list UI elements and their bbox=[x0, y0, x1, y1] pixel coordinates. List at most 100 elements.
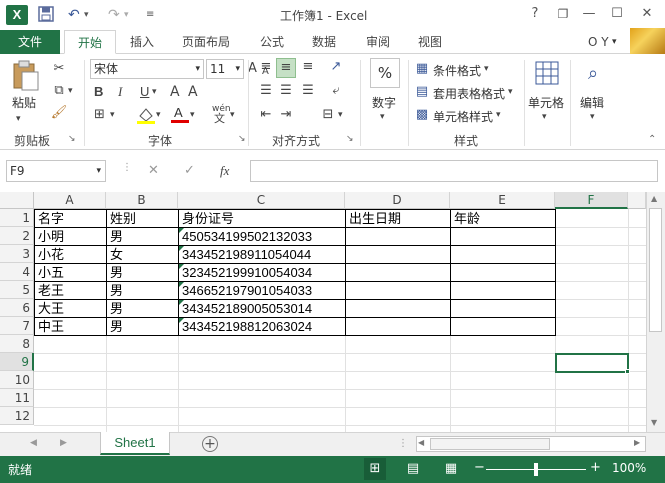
user-name[interactable]: O Y bbox=[588, 30, 609, 54]
table-cell[interactable]: 男 bbox=[107, 282, 177, 300]
phonetic-dropdown-icon[interactable]: ▾ bbox=[230, 106, 235, 124]
table-cell[interactable]: 343452198812063024 bbox=[179, 318, 344, 336]
row-header[interactable]: 3 bbox=[0, 245, 34, 263]
table-cell[interactable]: 大王 bbox=[35, 300, 105, 318]
table-cell[interactable]: 男 bbox=[107, 318, 177, 336]
underline-button[interactable]: U bbox=[140, 83, 149, 101]
worksheet-grid[interactable]: A B C D E F 1 2 3 4 5 6 7 8 9 10 11 12 名… bbox=[0, 192, 665, 432]
redo-dropdown-icon[interactable]: ▾ bbox=[124, 6, 129, 24]
tab-page-layout[interactable]: 页面布局 bbox=[182, 30, 230, 54]
tab-home[interactable]: 开始 bbox=[64, 30, 116, 54]
undo-icon[interactable]: ↶ bbox=[68, 6, 80, 24]
row-header[interactable]: 2 bbox=[0, 227, 34, 245]
row-header[interactable]: 6 bbox=[0, 299, 34, 317]
minimize-button[interactable]: — bbox=[578, 4, 600, 24]
save-icon[interactable] bbox=[38, 6, 54, 24]
table-cell[interactable]: 343452198911054044 bbox=[179, 246, 344, 264]
number-dropdown-icon[interactable]: ▾ bbox=[380, 108, 385, 126]
editing-dropdown-icon[interactable]: ▾ bbox=[590, 108, 595, 126]
zoom-in-button[interactable]: + bbox=[590, 460, 601, 475]
increase-indent-icon[interactable]: ⇥ bbox=[276, 106, 296, 124]
align-top-icon[interactable]: ≡ bbox=[256, 58, 276, 76]
horizontal-scroll-thumb[interactable] bbox=[430, 438, 550, 450]
row-header[interactable]: 8 bbox=[0, 335, 34, 353]
wrap-text-icon[interactable]: ⤶ bbox=[326, 82, 346, 100]
align-middle-icon[interactable]: ≡ bbox=[276, 58, 296, 78]
align-center-icon[interactable]: ☰ bbox=[276, 82, 296, 100]
table-cell[interactable]: 老王 bbox=[35, 282, 105, 300]
column-header-c[interactable]: C bbox=[178, 192, 345, 209]
merge-center-icon[interactable]: ⊟ bbox=[318, 106, 338, 124]
tab-file[interactable]: 文件 bbox=[0, 30, 60, 54]
tab-view[interactable]: 视图 bbox=[418, 30, 442, 54]
cancel-formula-icon[interactable]: ✕ bbox=[148, 162, 159, 180]
vertical-scroll-thumb[interactable] bbox=[649, 208, 662, 332]
font-color-icon[interactable]: A bbox=[170, 104, 190, 124]
format-painter-icon[interactable]: 🖌 bbox=[50, 104, 68, 122]
row-header[interactable]: 10 bbox=[0, 371, 34, 389]
sheet-prev-icon[interactable]: ◀ bbox=[30, 438, 37, 448]
undo-dropdown-icon[interactable]: ▾ bbox=[84, 6, 89, 24]
table-cell[interactable]: 343452189005053014 bbox=[179, 300, 344, 318]
page-break-view-icon[interactable]: ▦ bbox=[440, 458, 462, 480]
cell-styles-icon[interactable]: ▩ bbox=[414, 106, 430, 124]
ribbon-display-button[interactable]: ❐ bbox=[552, 4, 574, 24]
align-bottom-icon[interactable]: ≡ bbox=[298, 58, 318, 76]
sheet-tab-sheet1[interactable]: Sheet1 bbox=[100, 432, 170, 455]
column-header-b[interactable]: B bbox=[106, 192, 178, 209]
copy-icon[interactable]: ⧉ bbox=[50, 82, 68, 100]
fill-color-icon[interactable] bbox=[136, 106, 156, 124]
selected-cell[interactable] bbox=[555, 353, 629, 373]
cells-dropdown-icon[interactable]: ▾ bbox=[542, 108, 547, 126]
italic-button[interactable]: I bbox=[118, 83, 122, 101]
alignment-launcher-icon[interactable]: ↘ bbox=[346, 134, 354, 144]
scroll-down-icon[interactable]: ▼ bbox=[651, 418, 657, 427]
row-header[interactable]: 1 bbox=[0, 209, 34, 227]
borders-icon[interactable]: ⊞ bbox=[94, 106, 105, 124]
find-binoculars-icon[interactable]: ⌕ bbox=[580, 60, 606, 88]
help-button[interactable]: ? bbox=[524, 4, 546, 24]
column-header-a[interactable]: A bbox=[34, 192, 106, 209]
table-header-cell[interactable]: 年龄 bbox=[451, 210, 554, 228]
table-cell[interactable]: 小明 bbox=[35, 228, 105, 246]
name-box[interactable]: F9 ▾ bbox=[6, 160, 106, 182]
zoom-slider-thumb[interactable] bbox=[534, 463, 538, 476]
column-header-e[interactable]: E bbox=[450, 192, 555, 209]
cell-styles-button[interactable]: 单元格样式 bbox=[433, 108, 493, 125]
zoom-level[interactable]: 100% bbox=[612, 461, 646, 475]
table-cell[interactable]: 346652197901054033 bbox=[179, 282, 344, 300]
table-header-cell[interactable]: 出生日期 bbox=[346, 210, 449, 228]
font-color-dropdown-icon[interactable]: ▾ bbox=[190, 106, 195, 124]
table-cell[interactable]: 中王 bbox=[35, 318, 105, 336]
table-cell[interactable]: 男 bbox=[107, 300, 177, 318]
copy-dropdown-icon[interactable]: ▾ bbox=[68, 82, 73, 100]
conditional-format-button[interactable]: 条件格式 bbox=[433, 62, 481, 79]
column-header-d[interactable]: D bbox=[345, 192, 450, 209]
row-header[interactable]: 4 bbox=[0, 263, 34, 281]
tab-review[interactable]: 审阅 bbox=[366, 30, 390, 54]
row-header[interactable]: 5 bbox=[0, 281, 34, 299]
enter-formula-icon[interactable]: ✓ bbox=[184, 162, 195, 180]
table-cell[interactable]: 小五 bbox=[35, 264, 105, 282]
user-dropdown-icon[interactable]: ▾ bbox=[612, 30, 617, 54]
align-right-icon[interactable]: ☰ bbox=[298, 82, 318, 100]
cells-icon[interactable] bbox=[534, 60, 560, 88]
table-header-cell[interactable]: 姓别 bbox=[107, 210, 177, 228]
table-cell[interactable]: 男 bbox=[107, 264, 177, 282]
table-cell[interactable]: 450534199502132033 bbox=[179, 228, 344, 246]
underline-dropdown-icon[interactable]: ▾ bbox=[152, 83, 157, 101]
close-button[interactable]: ✕ bbox=[636, 4, 658, 24]
table-cell[interactable]: 女 bbox=[107, 246, 177, 264]
cut-icon[interactable]: ✂ bbox=[50, 60, 68, 78]
collapse-ribbon-icon[interactable]: ⌃ bbox=[648, 134, 656, 145]
font-name-select[interactable]: 宋体 ▾ bbox=[90, 59, 204, 79]
table-cell[interactable]: 323452199910054034 bbox=[179, 264, 344, 282]
row-header[interactable]: 7 bbox=[0, 317, 34, 335]
page-layout-view-icon[interactable]: ▤ bbox=[402, 458, 424, 480]
select-all-corner[interactable] bbox=[0, 192, 34, 209]
table-header-cell[interactable]: 身份证号 bbox=[179, 210, 344, 228]
row-header-selected[interactable]: 9 bbox=[0, 353, 34, 371]
formula-input[interactable] bbox=[250, 160, 658, 182]
format-as-table-button[interactable]: 套用表格格式 bbox=[433, 85, 505, 102]
conditional-format-icon[interactable]: ▦ bbox=[414, 60, 430, 78]
